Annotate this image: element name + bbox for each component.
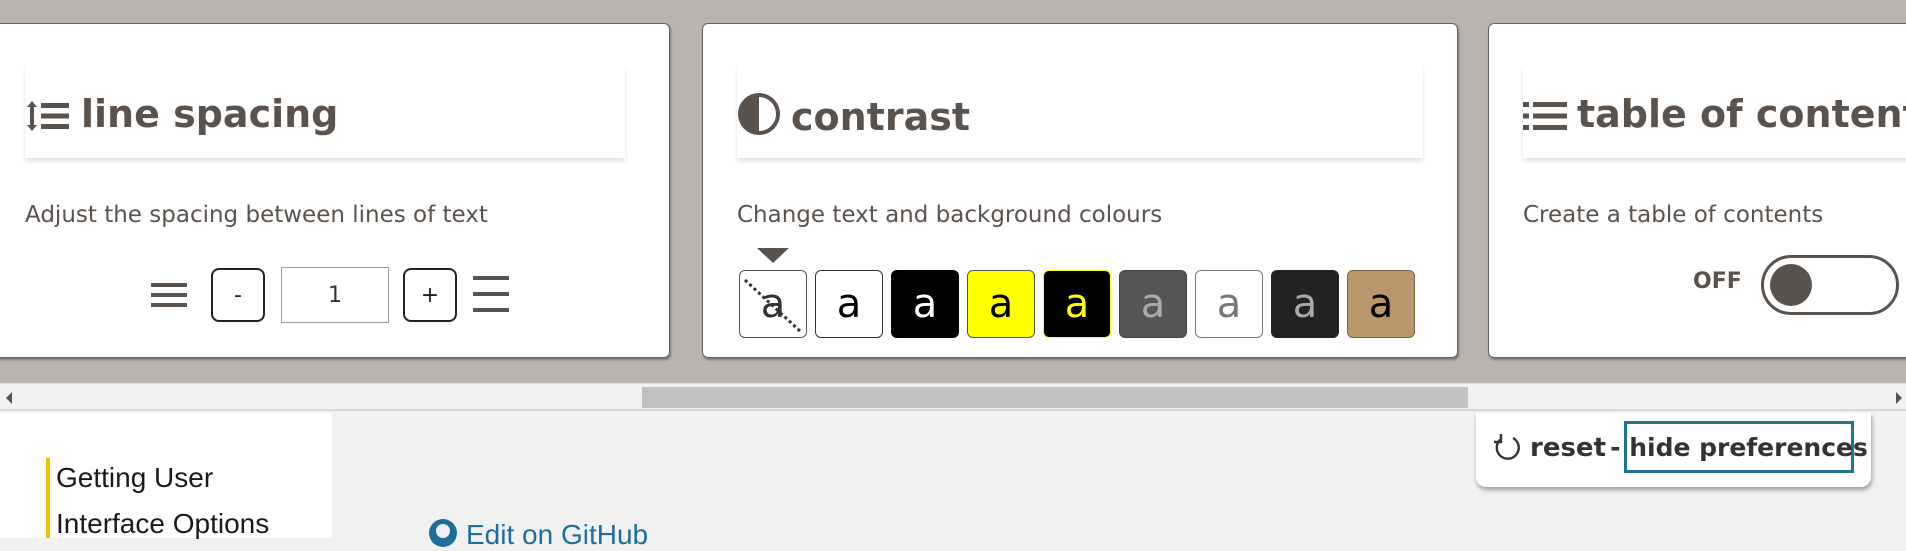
edit-on-github-label: Edit on GitHub — [466, 519, 649, 550]
contrast-icon — [738, 93, 780, 135]
scrollbar-thumb[interactable] — [642, 387, 1468, 408]
contrast-swatch-grey-on-white[interactable]: a — [1195, 270, 1263, 338]
condensed-lines-icon — [151, 283, 187, 307]
contrast-swatch-label: a — [988, 281, 1014, 327]
preferences-panel-strip: line spacing Adjust the spacing between … — [0, 0, 1906, 383]
sidebar-item-getting-user[interactable]: Getting User — [56, 462, 213, 494]
list-icon — [1523, 102, 1567, 130]
contrast-swatch-black-on-yellow[interactable]: a — [967, 270, 1035, 338]
contrast-title-text: contrast — [791, 95, 971, 139]
toc-toggle-label: OFF — [1693, 269, 1742, 294]
contrast-swatch-label: a — [1368, 281, 1394, 327]
preferences-toggle-bar: reset - hide preferences — [1476, 413, 1871, 487]
contrast-swatch-label: a — [912, 281, 938, 327]
contrast-description: Change text and background colours — [737, 202, 1163, 228]
toc-panel: table of contents Create a table of cont… — [1488, 23, 1906, 358]
contrast-swatch-yellow-on-black[interactable]: a — [1043, 270, 1111, 338]
toc-toggle-switch[interactable] — [1761, 255, 1899, 315]
reset-label: reset — [1530, 433, 1606, 463]
scroll-right-arrow-icon[interactable] — [1896, 392, 1902, 404]
hide-preferences-button[interactable]: - hide preferences — [1610, 421, 1868, 473]
scroll-left-arrow-icon[interactable] — [6, 392, 12, 404]
sidebar-item-interface-options[interactable]: Interface Options — [56, 508, 269, 540]
contrast-swatch-black-on-white[interactable]: a — [815, 270, 883, 338]
contrast-swatch-grey-on-dark[interactable]: a — [1271, 270, 1339, 338]
contrast-swatch-label: a — [1140, 281, 1166, 327]
line-spacing-header: line spacing — [25, 66, 625, 158]
line-spacing-decrease-button[interactable]: - — [211, 268, 265, 322]
contrast-swatch-default[interactable]: a — [739, 270, 807, 338]
line-spacing-title: line spacing — [25, 92, 338, 136]
reset-icon — [1494, 434, 1520, 460]
toc-title: table of contents — [1523, 92, 1906, 136]
selected-indicator-icon — [757, 248, 789, 263]
line-spacing-title-text: line spacing — [81, 92, 339, 136]
contrast-title: contrast — [737, 92, 970, 139]
horizontal-scrollbar[interactable] — [0, 383, 1906, 411]
contrast-swatch-light-on-grey[interactable]: a — [1119, 270, 1187, 338]
contrast-panel: contrast Change text and background colo… — [702, 23, 1458, 358]
contrast-swatch-white-on-black[interactable]: a — [891, 270, 959, 338]
contrast-swatch-label: a — [1064, 281, 1090, 327]
github-icon — [429, 519, 457, 547]
toc-header: table of contents — [1523, 66, 1906, 158]
contrast-swatch-label: a — [1292, 281, 1318, 327]
edit-on-github-link[interactable]: Edit on GitHub — [428, 518, 648, 551]
line-spacing-panel: line spacing Adjust the spacing between … — [0, 23, 670, 358]
line-spacing-value-input[interactable]: 1 — [281, 267, 389, 323]
expanded-lines-icon — [473, 276, 509, 312]
toggle-knob — [1770, 264, 1812, 306]
toc-title-text: table of contents — [1577, 92, 1906, 136]
contrast-swatch-black-on-tan[interactable]: a — [1347, 270, 1415, 338]
contrast-swatch-label: a — [1216, 281, 1242, 327]
contrast-header: contrast — [737, 66, 1423, 158]
reset-button[interactable]: reset — [1492, 433, 1606, 463]
toc-active-border — [46, 458, 50, 538]
line-spacing-increase-button[interactable]: + — [403, 268, 457, 322]
line-spacing-description: Adjust the spacing between lines of text — [25, 202, 488, 228]
line-spacing-icon — [27, 101, 69, 131]
no-contrast-slash-icon — [743, 278, 803, 334]
contrast-swatch-label: a — [836, 281, 862, 327]
toc-description: Create a table of contents — [1523, 202, 1824, 228]
